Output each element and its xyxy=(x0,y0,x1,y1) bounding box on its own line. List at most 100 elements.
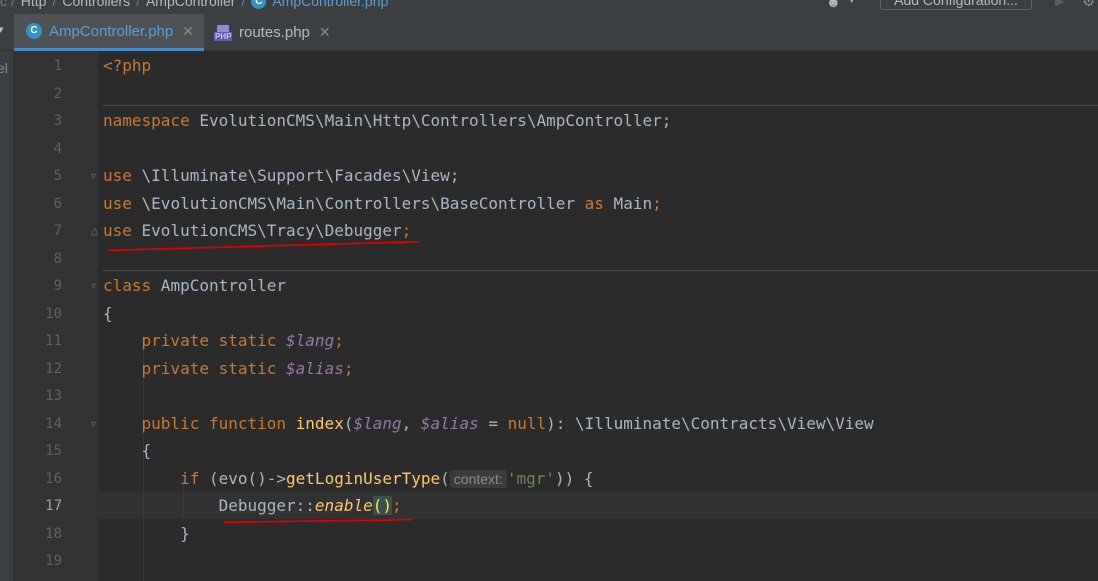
navigation-bar: c / Http / Controllers / AmpController /… xyxy=(0,0,1098,14)
line-number: 15 xyxy=(45,443,62,459)
code-line-17: Debugger::enable(); xyxy=(103,492,402,520)
code-line-18: } xyxy=(103,520,190,548)
breadcrumb-item-file[interactable]: AmpController.php xyxy=(272,0,388,9)
punctuation: , xyxy=(401,414,421,433)
project-panel-label: el xyxy=(0,60,8,76)
line-number: 1 xyxy=(53,58,62,74)
breadcrumb-item-controllers[interactable]: Controllers xyxy=(62,0,130,9)
keyword: use xyxy=(103,221,132,240)
php-open-tag: <?php xyxy=(103,56,152,75)
function-name: index xyxy=(295,414,344,433)
code-line-9: class AmpController xyxy=(103,272,286,300)
import-path: \EvolutionCMS\Main\Controllers\BaseContr… xyxy=(131,194,585,213)
return-type: ): \Illuminate\Contracts\View\View xyxy=(546,414,874,433)
code-line-6: use \EvolutionCMS\Main\Controllers\BaseC… xyxy=(103,190,662,218)
line-number: 16 xyxy=(45,471,62,487)
line-number-current: 17 xyxy=(45,498,62,514)
import-path: \Illuminate\Support\Facades\View; xyxy=(131,166,460,185)
gear-icon[interactable]: ⚙ xyxy=(1082,0,1095,10)
line-number: 9 xyxy=(53,278,62,294)
close-icon[interactable]: ✕ xyxy=(319,24,331,41)
chevron-down-icon[interactable]: ▾ xyxy=(849,0,855,6)
line-number: 19 xyxy=(45,553,62,569)
line-number: 13 xyxy=(45,388,62,404)
variable: $alias xyxy=(286,359,344,378)
function-name: getLoginUserType xyxy=(286,469,441,488)
line-number: 6 xyxy=(53,196,62,212)
breadcrumb-separator: / xyxy=(136,0,140,9)
keyword: null xyxy=(507,414,547,433)
line-number: 18 xyxy=(45,526,62,542)
line-number: 11 xyxy=(45,333,62,349)
class-reference: Debugger xyxy=(103,496,296,515)
breadcrumb-item-ampcontroller[interactable]: AmpController xyxy=(146,0,235,9)
tab-ampcontroller[interactable]: C AmpController.php ✕ xyxy=(14,14,204,51)
brace: { xyxy=(103,304,113,323)
line-number: 14 xyxy=(45,416,62,432)
method-separator xyxy=(103,270,1098,271)
breadcrumb: c / Http / Controllers / AmpController /… xyxy=(0,0,394,9)
keyword: private static xyxy=(103,359,287,378)
namespace-path: EvolutionCMS\Main\Http\Controllers\AmpCo… xyxy=(189,111,672,130)
caret-icon[interactable]: ▾ xyxy=(0,23,4,36)
punctuation: = xyxy=(478,414,508,433)
method-separator xyxy=(103,105,1098,106)
project-panel[interactable]: el xyxy=(0,51,14,581)
code-editor[interactable]: <?php namespace EvolutionCMS\Main\Http\C… xyxy=(98,51,1098,581)
tab-routes[interactable]: PHP routes.php ✕ xyxy=(204,14,340,51)
semicolon: ; xyxy=(401,221,412,240)
php-class-icon: C xyxy=(26,23,42,39)
breadcrumb-separator: / xyxy=(241,0,246,9)
breadcrumb-separator: / xyxy=(52,0,57,9)
keyword: class xyxy=(103,276,152,295)
line-number: 7 xyxy=(53,223,62,239)
keyword: namespace xyxy=(103,111,190,130)
semicolon: ; xyxy=(391,496,402,515)
brace: } xyxy=(103,524,190,543)
string-literal: 'mgr' xyxy=(506,469,555,488)
variable: $lang xyxy=(286,331,335,350)
matched-brace: () xyxy=(372,496,392,515)
code-line-10: { xyxy=(103,300,113,328)
function-name: enable xyxy=(314,496,373,515)
code-line-7: use EvolutionCMS\Tracy\Debugger; xyxy=(103,217,411,245)
user-icon[interactable]: ☻ xyxy=(826,0,846,10)
variable: $lang xyxy=(353,414,402,433)
php-file-icon: PHP xyxy=(214,24,233,41)
breadcrumb-item-http[interactable]: Http xyxy=(21,0,47,9)
code-line-15: { xyxy=(103,437,152,465)
line-number: 5 xyxy=(53,168,62,184)
breadcrumb-separator: c / xyxy=(0,0,15,9)
variable: $alias xyxy=(420,414,479,433)
tab-label: routes.php xyxy=(239,24,310,41)
run-icon[interactable]: ▶ xyxy=(1055,0,1064,8)
line-number: 2 xyxy=(53,86,62,102)
parameter-hint: context: xyxy=(449,470,507,488)
code-line-12: private static $alias; xyxy=(103,355,354,383)
keyword: use xyxy=(103,194,132,213)
editor-tab-bar: ▾ C AmpController.php ✕ PHP routes.php ✕ xyxy=(0,14,1098,51)
import-alias: Main xyxy=(603,194,653,213)
code-line-16: if (evo()->getLoginUserType(context:'mgr… xyxy=(103,465,594,493)
operator: :: xyxy=(295,496,315,515)
add-configuration-button[interactable]: Add Configuration... xyxy=(880,0,1032,10)
line-number: 8 xyxy=(53,251,62,267)
keyword: public function xyxy=(103,414,296,433)
code-line-14: public function index($lang, $alias = nu… xyxy=(103,410,874,438)
keyword: as xyxy=(584,194,604,213)
php-class-icon: C xyxy=(251,0,267,9)
line-number: 10 xyxy=(45,306,62,322)
brace: { xyxy=(103,441,152,460)
editor-gutter[interactable]: 1 2 3 4 5 6 7 8 9 10 11 12 13 14 15 16 1… xyxy=(14,51,111,581)
import-path: EvolutionCMS\Tracy\Debugger xyxy=(131,221,402,240)
keyword: private static xyxy=(103,331,287,350)
keyword: if xyxy=(103,469,200,488)
code-line-11: private static $lang; xyxy=(103,327,344,355)
code-line-1: <?php xyxy=(103,52,151,80)
close-icon[interactable]: ✕ xyxy=(182,23,194,40)
line-number: 3 xyxy=(53,113,62,129)
line-number: 4 xyxy=(53,141,62,157)
punctuation: (evo()-> xyxy=(199,469,287,488)
semicolon: ; xyxy=(652,194,662,213)
semicolon: ; xyxy=(343,359,354,378)
